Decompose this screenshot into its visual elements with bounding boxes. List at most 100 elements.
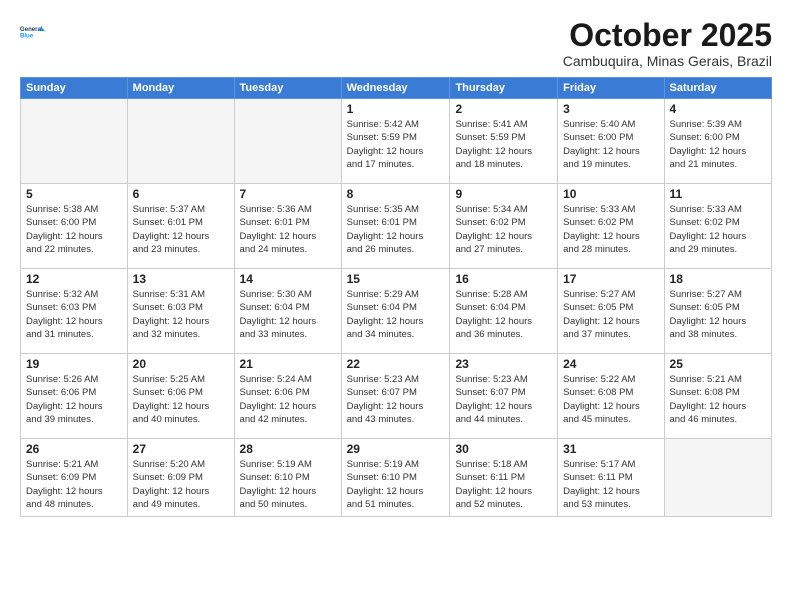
days-header-row: SundayMondayTuesdayWednesdayThursdayFrid… [21,78,772,99]
day-number: 28 [240,442,336,456]
calendar-cell: 19 Sunrise: 5:26 AMSunset: 6:06 PMDayligh… [21,354,128,439]
svg-text:Blue: Blue [20,34,34,40]
calendar-cell: 15Sunrise: 5:29 AMSunset: 6:04 PMDayligh… [341,269,450,354]
day-info: Sunrise: 5:33 AMSunset: 6:02 PMDaylight:… [670,203,766,256]
day-info: Sunrise: 5:31 AMSunset: 6:03 PMDaylight:… [133,288,229,341]
calendar-cell: 7 Sunrise: 5:36 AMSunset: 6:01 PMDaylight… [234,184,341,269]
calendar-cell: 1 Sunrise: 5:42 AMSunset: 5:59 PMDaylight… [341,99,450,184]
day-number: 25 [670,357,766,371]
day-info: Sunrise: 5:41 AMSunset: 5:59 PMDaylight:… [455,118,552,171]
day-number: 4 [670,102,766,116]
calendar-cell: 4 Sunrise: 5:39 AMSunset: 6:00 PMDaylight… [664,99,771,184]
day-header-friday: Friday [558,78,664,99]
day-header-tuesday: Tuesday [234,78,341,99]
day-number: 11 [670,187,766,201]
day-info: Sunrise: 5:40 AMSunset: 6:00 PMDaylight:… [563,118,658,171]
calendar-cell: 8 Sunrise: 5:35 AMSunset: 6:01 PMDaylight… [341,184,450,269]
calendar-cell: 10Sunrise: 5:33 AMSunset: 6:02 PMDayligh… [558,184,664,269]
month-title: October 2025 [563,18,772,53]
day-number: 30 [455,442,552,456]
day-number: 19 [26,357,122,371]
calendar-cell: 22 Sunrise: 5:23 AMSunset: 6:07 PMDayligh… [341,354,450,439]
calendar-cell: 2 Sunrise: 5:41 AMSunset: 5:59 PMDaylight… [450,99,558,184]
calendar-cell [21,99,128,184]
logo-icon: GeneralBlue [20,18,48,46]
day-number: 21 [240,357,336,371]
svg-text:General: General [20,27,43,33]
calendar-cell: 30 Sunrise: 5:18 AMSunset: 6:11 PMDayligh… [450,439,558,517]
calendar-cell: 5 Sunrise: 5:38 AMSunset: 6:00 PMDaylight… [21,184,128,269]
day-info: Sunrise: 5:21 AMSunset: 6:09 PMDaylight:… [26,458,122,511]
calendar-cell: 29 Sunrise: 5:19 AMSunset: 6:10 PMDayligh… [341,439,450,517]
calendar-cell [234,99,341,184]
day-header-thursday: Thursday [450,78,558,99]
calendar-cell: 6 Sunrise: 5:37 AMSunset: 6:01 PMDaylight… [127,184,234,269]
day-info: Sunrise: 5:21 AMSunset: 6:08 PMDaylight:… [670,373,766,426]
day-number: 18 [670,272,766,286]
calendar-cell: 18Sunrise: 5:27 AMSunset: 6:05 PMDayligh… [664,269,771,354]
day-info: Sunrise: 5:35 AMSunset: 6:01 PMDaylight:… [347,203,445,256]
day-number: 31 [563,442,658,456]
day-number: 13 [133,272,229,286]
calendar-cell: 31 Sunrise: 5:17 AMSunset: 6:11 PMDayligh… [558,439,664,517]
day-number: 16 [455,272,552,286]
calendar-cell: 26Sunrise: 5:21 AMSunset: 6:09 PMDayligh… [21,439,128,517]
day-info: Sunrise: 5:39 AMSunset: 6:00 PMDaylight:… [670,118,766,171]
calendar-cell: 16 Sunrise: 5:28 AMSunset: 6:04 PMDayligh… [450,269,558,354]
day-info: Sunrise: 5:19 AMSunset: 6:10 PMDaylight:… [347,458,445,511]
day-header-monday: Monday [127,78,234,99]
calendar: SundayMondayTuesdayWednesdayThursdayFrid… [20,77,772,517]
calendar-cell: 9Sunrise: 5:34 AMSunset: 6:02 PMDaylight… [450,184,558,269]
day-number: 20 [133,357,229,371]
header: GeneralBlue October 2025 Cambuquira, Min… [20,18,772,69]
day-info: Sunrise: 5:17 AMSunset: 6:11 PMDaylight:… [563,458,658,511]
day-number: 2 [455,102,552,116]
day-info: Sunrise: 5:23 AMSunset: 6:07 PMDaylight:… [347,373,445,426]
day-header-saturday: Saturday [664,78,771,99]
day-info: Sunrise: 5:22 AMSunset: 6:08 PMDaylight:… [563,373,658,426]
day-info: Sunrise: 5:37 AMSunset: 6:01 PMDaylight:… [133,203,229,256]
day-number: 5 [26,187,122,201]
calendar-cell: 21 Sunrise: 5:24 AMSunset: 6:06 PMDayligh… [234,354,341,439]
logo: GeneralBlue [20,18,48,46]
day-number: 8 [347,187,445,201]
day-info: Sunrise: 5:20 AMSunset: 6:09 PMDaylight:… [133,458,229,511]
day-info: Sunrise: 5:32 AMSunset: 6:03 PMDaylight:… [26,288,122,341]
calendar-cell: 13 Sunrise: 5:31 AMSunset: 6:03 PMDayligh… [127,269,234,354]
title-block: October 2025 Cambuquira, Minas Gerais, B… [563,18,772,69]
calendar-cell [664,439,771,517]
day-number: 17 [563,272,658,286]
day-number: 12 [26,272,122,286]
day-info: Sunrise: 5:26 AMSunset: 6:06 PMDaylight:… [26,373,122,426]
calendar-cell: 28Sunrise: 5:19 AMSunset: 6:10 PMDayligh… [234,439,341,517]
day-number: 3 [563,102,658,116]
day-info: Sunrise: 5:18 AMSunset: 6:11 PMDaylight:… [455,458,552,511]
calendar-cell: 14Sunrise: 5:30 AMSunset: 6:04 PMDayligh… [234,269,341,354]
day-header-sunday: Sunday [21,78,128,99]
calendar-cell: 11 Sunrise: 5:33 AMSunset: 6:02 PMDayligh… [664,184,771,269]
calendar-cell: 24Sunrise: 5:22 AMSunset: 6:08 PMDayligh… [558,354,664,439]
day-info: Sunrise: 5:34 AMSunset: 6:02 PMDaylight:… [455,203,552,256]
day-info: Sunrise: 5:30 AMSunset: 6:04 PMDaylight:… [240,288,336,341]
day-number: 7 [240,187,336,201]
day-number: 22 [347,357,445,371]
day-info: Sunrise: 5:25 AMSunset: 6:06 PMDaylight:… [133,373,229,426]
page: GeneralBlue October 2025 Cambuquira, Min… [0,0,792,612]
location: Cambuquira, Minas Gerais, Brazil [563,53,772,69]
day-info: Sunrise: 5:38 AMSunset: 6:00 PMDaylight:… [26,203,122,256]
day-info: Sunrise: 5:24 AMSunset: 6:06 PMDaylight:… [240,373,336,426]
day-number: 29 [347,442,445,456]
calendar-cell: 12 Sunrise: 5:32 AMSunset: 6:03 PMDayligh… [21,269,128,354]
day-info: Sunrise: 5:36 AMSunset: 6:01 PMDaylight:… [240,203,336,256]
day-number: 6 [133,187,229,201]
day-number: 1 [347,102,445,116]
calendar-cell: 17Sunrise: 5:27 AMSunset: 6:05 PMDayligh… [558,269,664,354]
day-number: 15 [347,272,445,286]
day-info: Sunrise: 5:42 AMSunset: 5:59 PMDaylight:… [347,118,445,171]
calendar-cell: 20 Sunrise: 5:25 AMSunset: 6:06 PMDayligh… [127,354,234,439]
calendar-cell [127,99,234,184]
day-info: Sunrise: 5:23 AMSunset: 6:07 PMDaylight:… [455,373,552,426]
day-info: Sunrise: 5:28 AMSunset: 6:04 PMDaylight:… [455,288,552,341]
calendar-cell: 27 Sunrise: 5:20 AMSunset: 6:09 PMDayligh… [127,439,234,517]
day-number: 27 [133,442,229,456]
